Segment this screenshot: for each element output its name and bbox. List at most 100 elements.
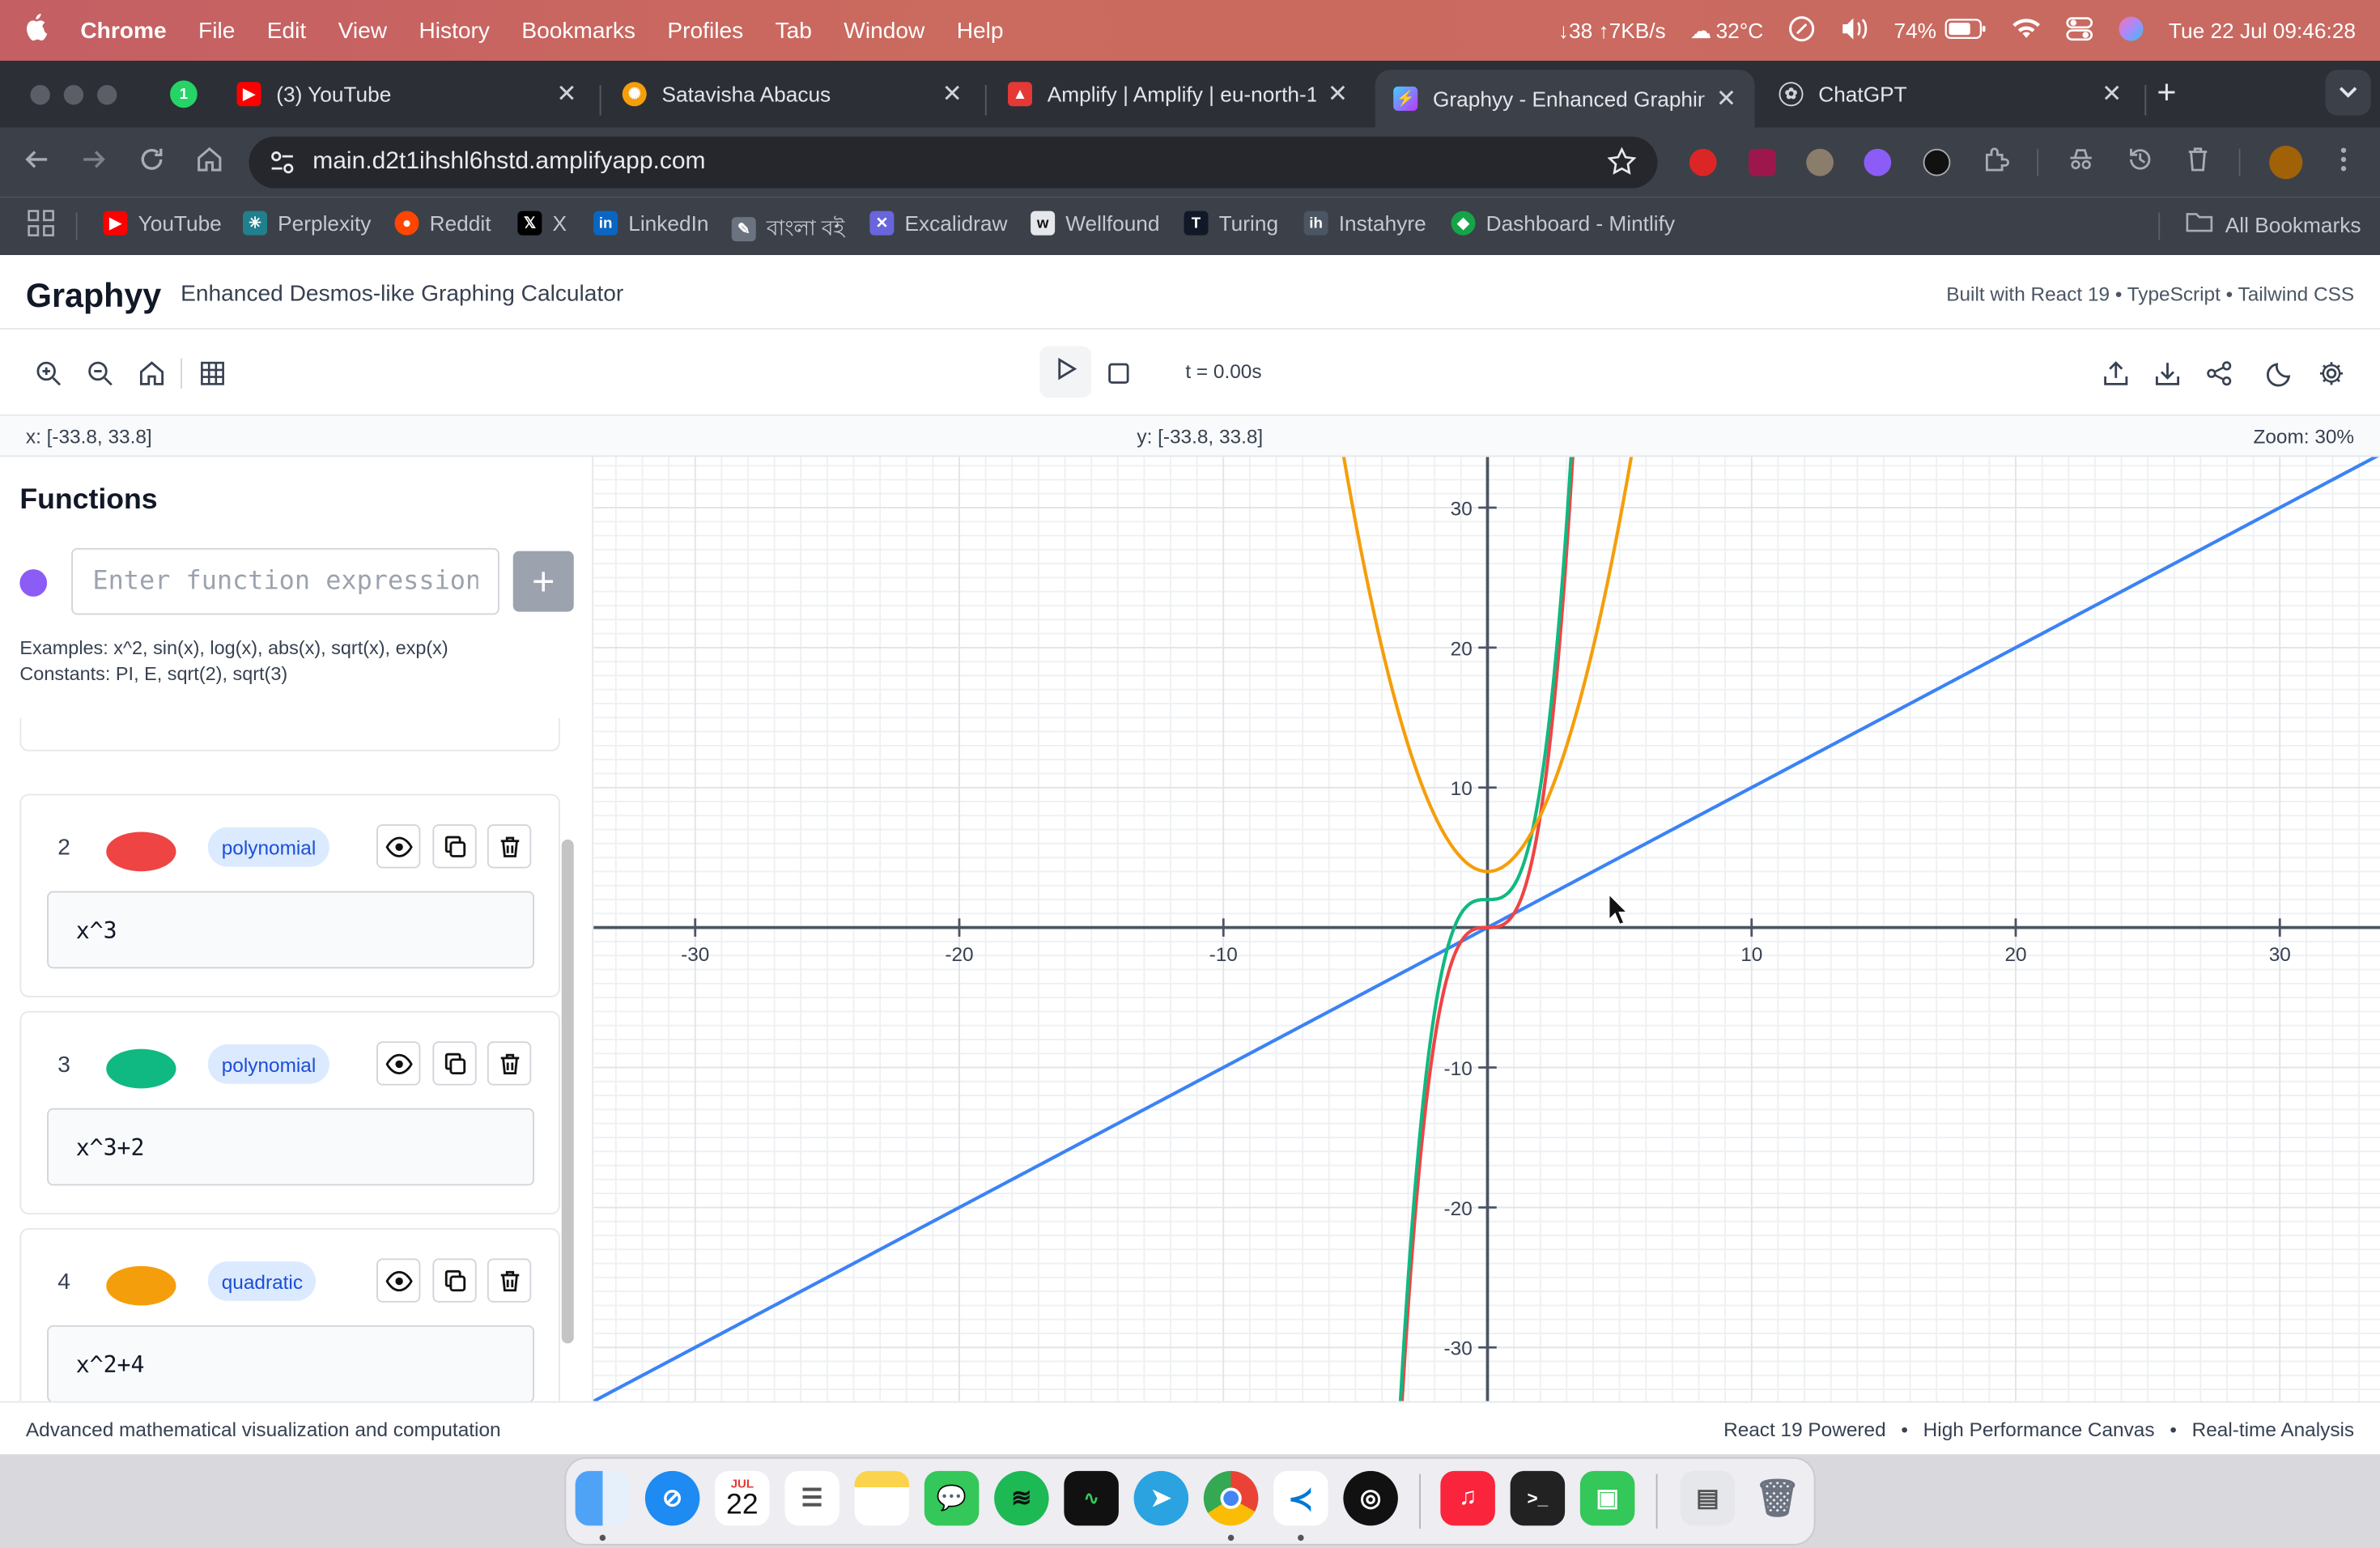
kebab-menu-icon[interactable] (2327, 146, 2360, 181)
function-color-swatch[interactable] (106, 831, 176, 872)
chrome-icon[interactable] (1203, 1470, 1259, 1526)
bookmark-youtube[interactable]: ▶ YouTube (103, 211, 222, 236)
new-function-color-swatch[interactable] (19, 569, 48, 597)
menu-bookmarks[interactable]: Bookmarks (521, 18, 635, 44)
menu-edit[interactable]: Edit (267, 18, 306, 44)
safari-icon[interactable]: ⊘ (644, 1470, 700, 1526)
battery-widget[interactable]: 74% (1893, 18, 1986, 44)
ublock-shield-icon[interactable] (1749, 148, 1776, 176)
extension-c-icon[interactable] (1923, 148, 1951, 176)
tab-search-button[interactable] (2325, 70, 2371, 116)
apple-menu-icon[interactable] (24, 12, 49, 48)
forward-icon[interactable] (78, 146, 111, 181)
finder-icon[interactable] (575, 1470, 631, 1526)
close-tab-icon[interactable]: ✕ (942, 79, 963, 110)
incognito-icon[interactable] (2064, 146, 2097, 181)
menu-view[interactable]: View (338, 18, 387, 44)
reminders-icon[interactable]: ☰ (784, 1470, 839, 1526)
tab-satavisha-abacus[interactable]: ✺ Satavisha Abacus ✕ (604, 67, 980, 122)
function-color-swatch[interactable] (106, 1048, 176, 1089)
perplexity-dock-icon[interactable]: ◎ (1343, 1470, 1398, 1526)
volume-icon[interactable] (1839, 16, 1870, 45)
zoom-out-icon[interactable] (83, 357, 117, 390)
close-tab-icon[interactable]: ✕ (556, 79, 576, 110)
delete-trash-icon[interactable] (487, 1258, 532, 1303)
function-expression-field[interactable]: x^3 (47, 891, 534, 969)
settings-gear-icon[interactable] (2314, 357, 2348, 390)
tab-whatsapp[interactable]: 1 (152, 67, 216, 122)
function-color-swatch[interactable] (106, 1265, 176, 1306)
bookmark-x[interactable]: 𝕏X (517, 211, 567, 236)
download-icon[interactable] (2151, 357, 2184, 390)
network-speed[interactable]: ↓38 ↑7KB/s (1558, 19, 1666, 43)
add-function-button[interactable]: + (512, 551, 574, 612)
grid-icon[interactable] (196, 357, 229, 390)
extension-hand-icon[interactable] (1689, 148, 1717, 176)
weather-widget[interactable]: ☁ 32°C (1690, 18, 1764, 44)
documents-stack-icon[interactable]: ▤ (1680, 1470, 1736, 1526)
menu-history[interactable]: History (419, 18, 490, 44)
menu-window[interactable]: Window (844, 18, 924, 44)
bookmark-wellfound[interactable]: w Wellfound (1031, 211, 1160, 236)
site-settings-icon[interactable] (269, 149, 296, 184)
visibility-eye-icon[interactable] (376, 824, 421, 869)
visibility-eye-icon[interactable] (376, 1258, 421, 1303)
trash-bin-icon[interactable]: 🗑 (1750, 1471, 1805, 1526)
close-window-button[interactable] (30, 85, 50, 105)
delete-trash-icon[interactable] (487, 824, 532, 869)
calendar-icon[interactable]: JUL 22 (715, 1470, 770, 1526)
moon-icon[interactable] (2263, 357, 2297, 390)
extensions-puzzle-icon[interactable] (1979, 146, 2012, 181)
address-bar[interactable]: main.d2t1ihshl6hstd.amplifyapp.com (249, 136, 1658, 189)
focus-icon[interactable] (1787, 15, 1815, 46)
delete-trash-icon[interactable] (487, 1041, 532, 1086)
bookmark-linkedin[interactable]: in LinkedIn (593, 211, 709, 236)
notes-icon[interactable] (854, 1470, 910, 1526)
menu-help[interactable]: Help (957, 18, 1004, 44)
bookmark-bangla-boi[interactable]: ✎ বাংলা বই (731, 211, 844, 248)
spotify-icon[interactable]: ≋ (994, 1470, 1049, 1526)
zoom-in-icon[interactable] (32, 357, 65, 390)
upload-icon[interactable] (2099, 357, 2132, 390)
bookmark-star-icon[interactable] (1607, 147, 1637, 184)
bookmark-turing[interactable]: T Turing (1184, 211, 1278, 236)
bookmark-perplexity[interactable]: ✳ Perplexity (243, 211, 371, 236)
function-expression-field[interactable]: x^3+2 (47, 1108, 534, 1186)
play-button[interactable] (1039, 346, 1092, 398)
function-expression-field[interactable]: x^2+4 (47, 1325, 534, 1401)
history-icon[interactable] (2123, 146, 2157, 181)
tab-graphyy[interactable]: ⚡ Graphyy - Enhanced Graphing ✕ (1375, 70, 1755, 128)
trash-icon[interactable] (2181, 146, 2214, 181)
reload-icon[interactable] (135, 146, 168, 181)
messages-icon[interactable]: 💬 (924, 1470, 980, 1526)
vscode-icon[interactable]: ≺ (1273, 1470, 1328, 1526)
bookmark-reddit[interactable]: ● Reddit (394, 211, 491, 236)
menu-chrome[interactable]: Chrome (80, 18, 166, 44)
duplicate-icon[interactable] (432, 1041, 477, 1086)
music-icon[interactable]: ♫ (1440, 1470, 1495, 1526)
facetime-icon[interactable]: ▣ (1579, 1470, 1635, 1526)
graph-canvas[interactable]: -30 -20 -10 10 20 30 30 20 10 -10 -20 -30 (593, 457, 2380, 1401)
menu-clock[interactable]: Tue 22 Jul 09:46:28 (2169, 19, 2356, 43)
extension-face-icon[interactable] (1806, 148, 1834, 176)
home-icon[interactable] (135, 357, 168, 390)
tab-chatgpt[interactable]: ✿ ChatGPT ✕ (1761, 67, 2140, 122)
minimize-window-button[interactable] (63, 85, 84, 105)
duplicate-icon[interactable] (432, 824, 477, 869)
close-tab-icon[interactable]: ✕ (1716, 83, 1736, 114)
visibility-eye-icon[interactable] (376, 1041, 421, 1086)
tab-amplify[interactable]: ▲ Amplify | Amplify | eu-north-1 ✕ (990, 67, 1366, 122)
wifi-icon[interactable] (2011, 16, 2042, 45)
bookmark-excalidraw[interactable]: ✕ Excalidraw (869, 211, 1007, 236)
bookmark-mintlify[interactable]: ◆ Dashboard - Mintlify (1451, 211, 1675, 236)
menu-tab[interactable]: Tab (776, 18, 812, 44)
activity-monitor-icon[interactable]: ∿ (1064, 1470, 1119, 1526)
siri-icon[interactable] (2117, 15, 2144, 46)
home-icon[interactable] (193, 146, 226, 181)
tab-youtube[interactable]: ▶ (3) YouTube ✕ (219, 67, 595, 122)
profile-avatar[interactable] (2269, 146, 2303, 180)
extension-code-icon[interactable] (1864, 148, 1892, 176)
duplicate-icon[interactable] (432, 1258, 477, 1303)
function-expression-input[interactable] (71, 547, 499, 615)
close-tab-icon[interactable]: ✕ (2102, 79, 2122, 110)
